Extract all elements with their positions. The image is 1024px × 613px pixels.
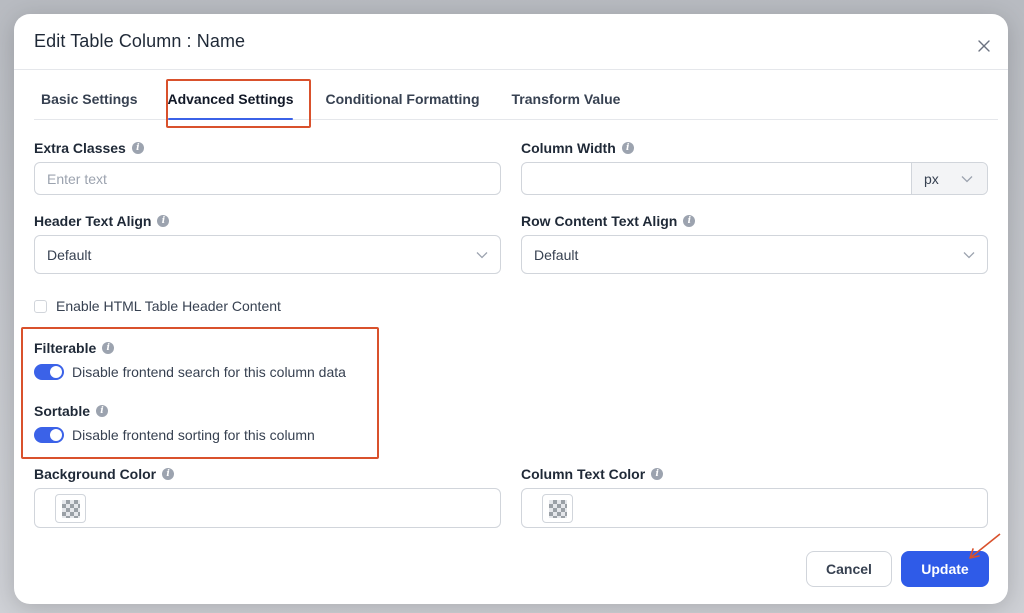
info-icon: i	[96, 405, 109, 417]
tab-basic-settings[interactable]: Basic Settings	[34, 78, 145, 119]
background-color-picker[interactable]	[34, 488, 501, 528]
column-width-label-text: Column Width	[521, 140, 616, 156]
filterable-toggle[interactable]	[34, 364, 64, 380]
header-text-align-label: Header Text Align i	[34, 213, 170, 229]
extra-classes-label-text: Extra Classes	[34, 140, 126, 156]
transparent-swatch-icon[interactable]	[542, 494, 573, 523]
column-text-color-label-text: Column Text Color	[521, 466, 646, 482]
column-width-input[interactable]: px	[521, 162, 988, 195]
tab-transform-value[interactable]: Transform Value	[504, 78, 629, 119]
sortable-label: Sortable i	[34, 403, 109, 419]
extra-classes-input[interactable]: Enter text	[34, 162, 501, 195]
info-icon: i	[102, 342, 115, 354]
extra-classes-placeholder: Enter text	[47, 170, 107, 187]
tab-conditional-formatting[interactable]: Conditional Formatting	[318, 78, 488, 119]
unit-value: px	[924, 170, 939, 187]
header-text-align-select[interactable]: Default	[34, 235, 501, 274]
cancel-button[interactable]: Cancel	[806, 551, 892, 587]
column-text-color-label: Column Text Color i	[521, 466, 664, 482]
info-icon: i	[131, 142, 144, 154]
filterable-label-text: Filterable	[34, 340, 97, 356]
enable-html-header-checkbox[interactable]	[34, 299, 47, 313]
column-text-color-picker[interactable]	[521, 488, 988, 528]
filterable-toggle-text: Disable frontend search for this column …	[72, 364, 346, 380]
edit-column-modal: Edit Table Column : Name Basic Settings …	[14, 14, 1008, 604]
row-content-text-align-label-text: Row Content Text Align	[521, 213, 678, 229]
column-width-label: Column Width i	[521, 140, 634, 156]
filterable-label: Filterable i	[34, 340, 115, 356]
column-width-unit-select[interactable]: px	[911, 163, 987, 194]
background-color-label: Background Color i	[34, 466, 175, 482]
info-icon: i	[683, 215, 696, 227]
header-text-align-value: Default	[47, 246, 92, 263]
enable-html-header-row[interactable]: Enable HTML Table Header Content	[34, 298, 281, 314]
row-content-text-align-select[interactable]: Default	[521, 235, 988, 274]
extra-classes-label: Extra Classes i	[34, 140, 144, 156]
modal-header: Edit Table Column : Name	[14, 14, 1008, 70]
chevron-down-icon	[963, 251, 975, 258]
chevron-down-icon	[476, 251, 488, 258]
background-color-label-text: Background Color	[34, 466, 157, 482]
row-content-text-align-label: Row Content Text Align i	[521, 213, 696, 229]
sortable-toggle[interactable]	[34, 427, 64, 443]
transparent-swatch-icon[interactable]	[55, 494, 86, 523]
sortable-label-text: Sortable	[34, 403, 91, 419]
enable-html-header-label: Enable HTML Table Header Content	[56, 298, 281, 314]
sortable-toggle-text: Disable frontend sorting for this column	[72, 427, 315, 443]
close-icon[interactable]	[978, 40, 990, 52]
filterable-toggle-row[interactable]: Disable frontend search for this column …	[34, 364, 346, 380]
info-icon: i	[162, 468, 175, 480]
arrow-icon	[969, 533, 1001, 559]
info-icon: i	[621, 142, 634, 154]
modal-title: Edit Table Column : Name	[34, 31, 246, 51]
row-content-text-align-value: Default	[534, 246, 579, 263]
header-text-align-label-text: Header Text Align	[34, 213, 152, 229]
tab-advanced-settings[interactable]: Advanced Settings	[159, 78, 301, 120]
info-icon: i	[651, 468, 664, 480]
chevron-down-icon	[961, 175, 973, 182]
info-icon: i	[157, 215, 170, 227]
tab-bar: Basic Settings Advanced Settings Conditi…	[34, 78, 998, 120]
sortable-toggle-row[interactable]: Disable frontend sorting for this column	[34, 427, 315, 443]
